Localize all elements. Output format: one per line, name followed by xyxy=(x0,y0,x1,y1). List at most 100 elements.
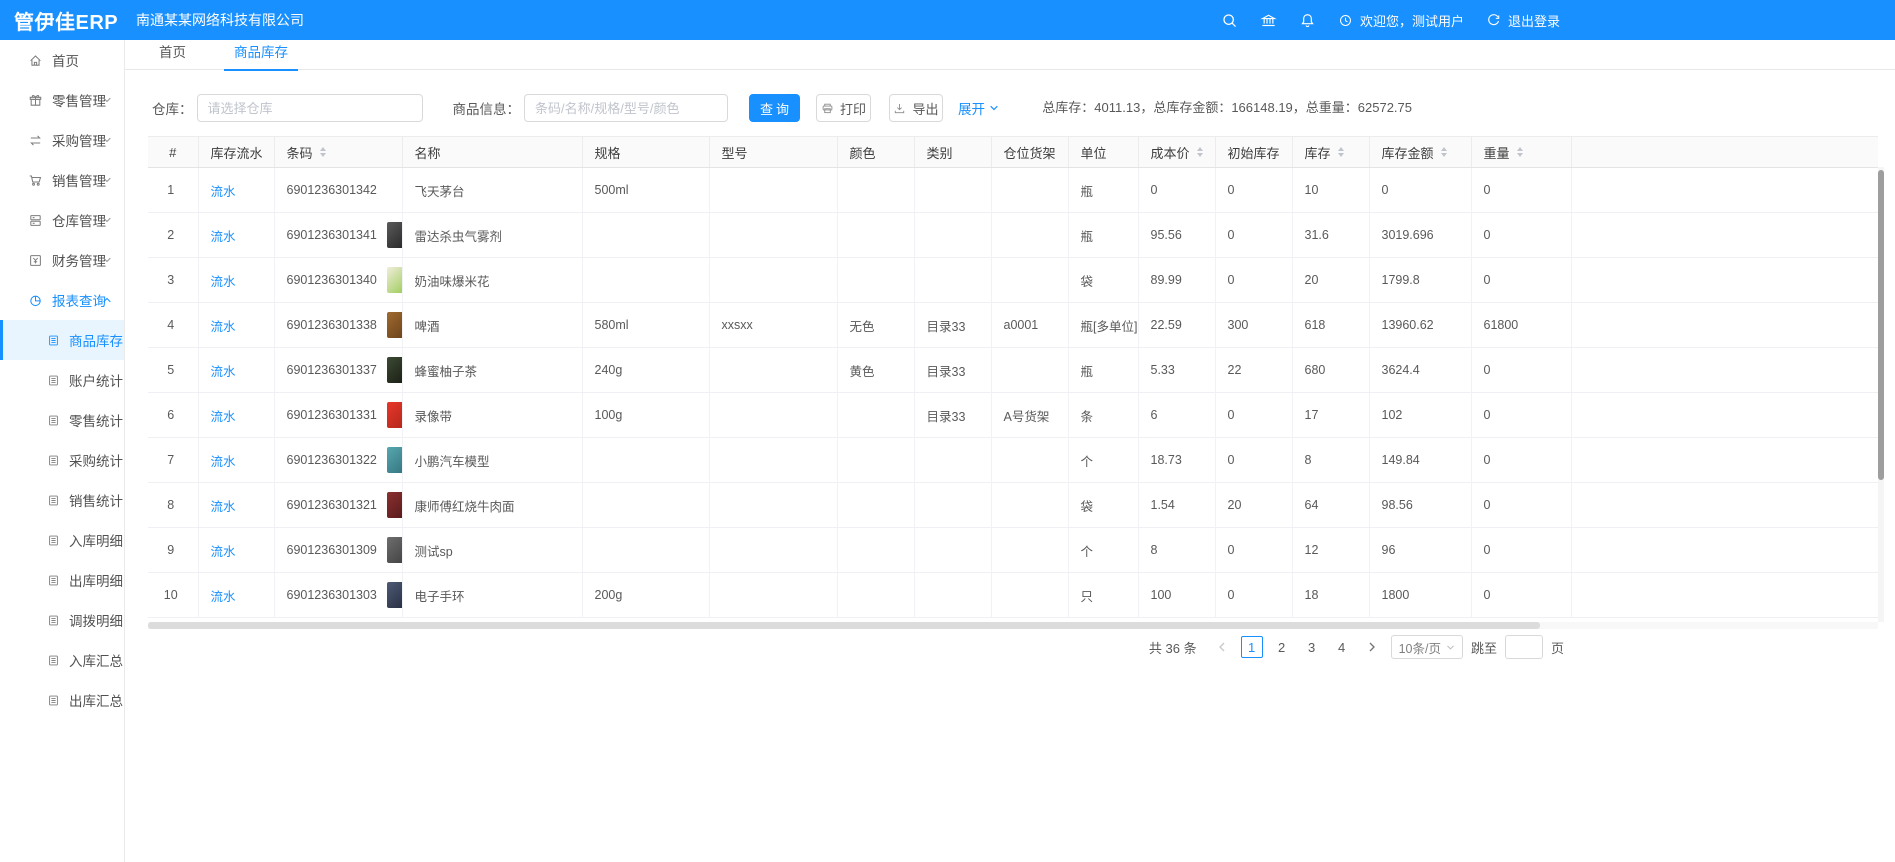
column-header[interactable]: 库存 xyxy=(1292,137,1369,168)
column-header[interactable]: 条码 xyxy=(274,137,402,168)
search-icon[interactable] xyxy=(1221,12,1238,29)
sidebar-item-inbound-summary[interactable]: 入库汇总 xyxy=(0,640,124,680)
column-header[interactable]: 成本价 xyxy=(1138,137,1215,168)
sidebar-item-outbound-detail[interactable]: 出库明细 xyxy=(0,560,124,600)
column-header[interactable]: 类别 xyxy=(914,137,991,168)
horizontal-scrollbar-thumb[interactable] xyxy=(148,622,1540,629)
column-header[interactable]: 单位 xyxy=(1068,137,1138,168)
column-label: 类别 xyxy=(927,143,953,162)
vertical-scrollbar[interactable] xyxy=(1878,167,1884,622)
stock-flow-link[interactable]: 流水 xyxy=(211,410,236,424)
page-button-1[interactable]: 1 xyxy=(1241,636,1263,658)
product-thumbnail[interactable] xyxy=(387,357,402,383)
column-header[interactable]: 库存流水 xyxy=(198,137,274,168)
barcode-text: 6901236301322 xyxy=(287,453,377,467)
next-page-button[interactable] xyxy=(1361,636,1383,658)
vertical-scrollbar-thumb[interactable] xyxy=(1878,170,1884,480)
sort-caret-icon[interactable] xyxy=(320,147,326,157)
cell-stock: 618 xyxy=(1292,303,1369,348)
stock-flow-link[interactable]: 流水 xyxy=(211,455,236,469)
chevron-down-icon xyxy=(102,255,112,265)
export-button[interactable]: 导出 xyxy=(889,94,943,122)
bank-icon[interactable] xyxy=(1260,12,1277,29)
home-icon xyxy=(28,53,43,68)
sidebar-item-account-stats[interactable]: 账户统计 xyxy=(0,360,124,400)
cell-category xyxy=(914,483,991,528)
column-header[interactable]: # xyxy=(148,137,198,168)
stock-flow-link[interactable]: 流水 xyxy=(211,185,236,199)
cell-initial-stock: 0 xyxy=(1215,258,1292,303)
column-header[interactable]: 型号 xyxy=(709,137,837,168)
row-index: 9 xyxy=(148,528,198,573)
horizontal-scrollbar[interactable] xyxy=(148,622,1878,629)
column-header[interactable]: 库存金额 xyxy=(1369,137,1471,168)
column-header[interactable]: 重量 xyxy=(1471,137,1571,168)
warehouse-select[interactable] xyxy=(197,94,423,122)
jump-page-input[interactable] xyxy=(1505,635,1543,659)
tab-product-stock[interactable]: 商品库存 xyxy=(224,40,298,70)
sidebar-item-home[interactable]: 首页 xyxy=(0,40,124,80)
sidebar-item-finance[interactable]: 财务管理 xyxy=(0,240,124,280)
sidebar-item-inbound-detail[interactable]: 入库明细 xyxy=(0,520,124,560)
sidebar-item-outbound-summary[interactable]: 出库汇总 xyxy=(0,680,124,720)
prev-page-button[interactable] xyxy=(1211,636,1233,658)
stock-flow-link[interactable]: 流水 xyxy=(211,320,236,334)
product-thumbnail[interactable] xyxy=(387,222,402,248)
sidebar-item-reports[interactable]: 报表查询 xyxy=(0,280,124,320)
page-button-2[interactable]: 2 xyxy=(1271,636,1293,658)
product-thumbnail[interactable] xyxy=(387,267,402,293)
sidebar-item-sales[interactable]: 销售管理 xyxy=(0,160,124,200)
sidebar-subitem-label: 销售统计 xyxy=(69,490,123,510)
sidebar-item-retail-stats[interactable]: 零售统计 xyxy=(0,400,124,440)
print-button[interactable]: 打印 xyxy=(816,94,871,122)
sidebar-item-sales-stats[interactable]: 销售统计 xyxy=(0,480,124,520)
sort-caret-icon[interactable] xyxy=(1441,147,1447,157)
page-button-3[interactable]: 3 xyxy=(1301,636,1323,658)
sidebar-item-warehouse[interactable]: 仓库管理 xyxy=(0,200,124,240)
product-thumbnail[interactable] xyxy=(387,402,402,428)
search-button[interactable]: 查询 xyxy=(749,94,800,122)
page-size-select[interactable]: 10条/页 xyxy=(1391,635,1463,659)
cell-weight: 0 xyxy=(1471,438,1571,483)
logout-button[interactable]: 退出登录 xyxy=(1486,11,1560,30)
sort-caret-icon[interactable] xyxy=(1338,147,1344,157)
page-button-4[interactable]: 4 xyxy=(1331,636,1353,658)
column-header[interactable]: 颜色 xyxy=(837,137,914,168)
product-info-input[interactable] xyxy=(524,94,728,122)
stock-flow-link[interactable]: 流水 xyxy=(211,275,236,289)
column-header[interactable]: 初始库存 xyxy=(1215,137,1292,168)
stock-flow-link[interactable]: 流水 xyxy=(211,365,236,379)
product-thumbnail[interactable] xyxy=(387,447,402,473)
product-thumbnail[interactable] xyxy=(387,492,402,518)
sidebar-item-purchase[interactable]: 采购管理 xyxy=(0,120,124,160)
tabbar: 首页商品库存 xyxy=(125,40,1895,70)
cell-weight: 0 xyxy=(1471,483,1571,528)
column-header[interactable]: 名称 xyxy=(402,137,582,168)
welcome-user[interactable]: 欢迎您，测试用户 xyxy=(1338,11,1464,30)
product-thumbnail[interactable] xyxy=(387,582,402,608)
column-header[interactable] xyxy=(1571,137,1878,168)
product-thumbnail[interactable] xyxy=(387,537,402,563)
expand-link[interactable]: 展开 xyxy=(958,98,999,118)
column-label: 名称 xyxy=(415,143,441,162)
cell-name: 啤酒 xyxy=(402,303,582,348)
stock-flow-link[interactable]: 流水 xyxy=(211,230,236,244)
cell-color xyxy=(837,168,914,213)
cell-initial-stock: 22 xyxy=(1215,348,1292,393)
sidebar-item-transfer-detail[interactable]: 调拨明细 xyxy=(0,600,124,640)
stock-flow-link[interactable]: 流水 xyxy=(211,545,236,559)
product-thumbnail[interactable] xyxy=(387,312,402,338)
sort-caret-icon[interactable] xyxy=(1197,147,1203,157)
tab-home[interactable]: 首页 xyxy=(149,40,196,70)
sidebar-item-product-stock[interactable]: 商品库存 xyxy=(0,320,124,360)
stock-flow-link[interactable]: 流水 xyxy=(211,500,236,514)
warehouse-label: 仓库： xyxy=(152,98,193,118)
stock-flow-link[interactable]: 流水 xyxy=(211,590,236,604)
sidebar-item-purchase-stats[interactable]: 采购统计 xyxy=(0,440,124,480)
column-header[interactable]: 规格 xyxy=(582,137,709,168)
cell-unit: 瓶 xyxy=(1068,168,1138,213)
column-header[interactable]: 仓位货架 xyxy=(991,137,1068,168)
sidebar-item-retail[interactable]: 零售管理 xyxy=(0,80,124,120)
sort-caret-icon[interactable] xyxy=(1517,147,1523,157)
bell-icon[interactable] xyxy=(1299,12,1316,29)
